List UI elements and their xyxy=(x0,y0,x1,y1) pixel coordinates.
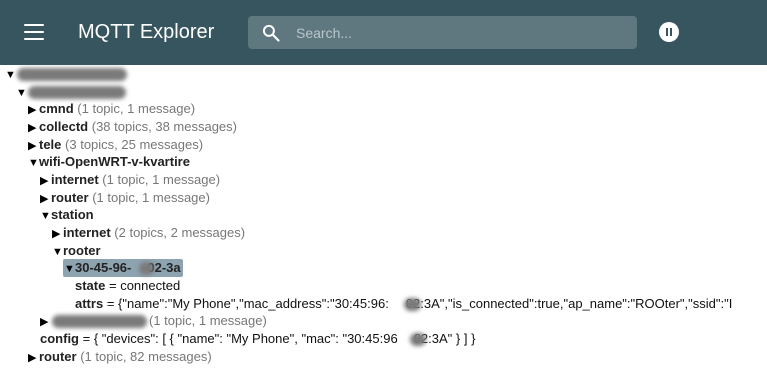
tree-node-wifi[interactable]: ▼wifi-OpenWRT-v-kvartire xyxy=(28,153,190,171)
pause-icon[interactable] xyxy=(659,22,679,42)
topic-name: collectd xyxy=(39,119,89,134)
topic-name: rooter xyxy=(63,243,101,258)
redacted-text xyxy=(28,86,126,99)
value-text-tail: 02:3A","is_connected":true,"ap_name":"RO… xyxy=(405,296,733,311)
topic-meta: (1 topic, 1 message) xyxy=(77,101,196,116)
tree-node-collectd[interactable]: ▶ collectd (38 topics, 38 messages) xyxy=(28,118,237,136)
topic-meta: (2 topics, 2 messages) xyxy=(114,225,246,240)
tree-node-station-internet[interactable]: ▶ internet (2 topics, 2 messages) xyxy=(52,224,245,242)
search-input[interactable] xyxy=(296,16,626,49)
topic-meta: (3 topics, 25 messages) xyxy=(65,137,204,152)
topic-meta: (1 topic, 1 message) xyxy=(92,190,210,205)
tree-node-wifi-router[interactable]: ▶ router (1 topic, 1 message) xyxy=(40,189,210,207)
redacted-text xyxy=(139,262,154,275)
topic-meta: (1 topic, 82 messages) xyxy=(80,349,212,364)
tree-node-station[interactable]: ▼station xyxy=(40,206,94,224)
tree-node-device-root[interactable]: ▼ xyxy=(16,83,27,101)
tree-node-root-router[interactable]: ▶ router (1 topic, 82 messages) xyxy=(28,348,212,366)
topic-name: wifi-OpenWRT-v-kvartire xyxy=(39,154,190,169)
collapsed-arrow-icon: ▶ xyxy=(28,122,37,134)
collapsed-arrow-icon: ▶ xyxy=(28,104,37,116)
value-key: config xyxy=(40,331,79,346)
topic-name: router xyxy=(39,349,77,364)
topic-name: station xyxy=(51,207,94,222)
tree-node-tele[interactable]: ▶ tele (3 topics, 25 messages) xyxy=(28,136,203,154)
collapsed-arrow-icon: ▶ xyxy=(40,175,49,187)
tree-node-rooter[interactable]: ▼rooter xyxy=(52,242,101,260)
collapsed-arrow-icon: ▶ xyxy=(40,316,49,328)
redacted-text xyxy=(410,333,426,346)
expanded-arrow-icon: ▼ xyxy=(40,210,51,222)
topic-name: internet xyxy=(63,225,111,240)
topic-name: router xyxy=(51,190,89,205)
tree-node-wifi-internet[interactable]: ▶ internet (1 topic, 1 message) xyxy=(40,171,220,189)
app-title: MQTT Explorer xyxy=(78,21,215,43)
expanded-arrow-icon: ▼ xyxy=(5,69,16,81)
topic-name: cmnd xyxy=(39,101,74,116)
topic-meta: (1 topic, 1 message) xyxy=(149,313,267,328)
topic-name: internet xyxy=(51,172,99,187)
value-key: state xyxy=(75,278,106,293)
tree-node-cmnd[interactable]: ▶ cmnd (1 topic, 1 message) xyxy=(28,100,195,118)
value-text: = {"name":"My Phone","mac_address":"30:4… xyxy=(106,296,389,311)
topic-name: tele xyxy=(39,137,62,152)
collapsed-arrow-icon: ▶ xyxy=(52,228,61,240)
tree-node-root[interactable]: ▼ xyxy=(5,65,16,83)
collapsed-arrow-icon: ▶ xyxy=(28,352,37,364)
expanded-arrow-icon: ▼ xyxy=(16,87,27,99)
topic-meta: (38 topics, 38 messages) xyxy=(91,119,237,134)
redacted-text xyxy=(52,315,147,328)
redacted-text xyxy=(17,68,127,81)
redacted-text xyxy=(404,298,421,311)
search-icon xyxy=(262,24,280,42)
search-box[interactable] xyxy=(248,16,637,49)
value-text: = { "devices": [ { "name": "My Phone", "… xyxy=(82,331,398,346)
tree-node-device-selected[interactable]: ▼30-45-96- 02-3a xyxy=(63,259,183,277)
topic-name: 30-45-96- xyxy=(75,260,132,275)
tree-value-state[interactable]: state = connected xyxy=(75,277,180,295)
expanded-arrow-icon: ▼ xyxy=(52,246,63,258)
topic-meta: (1 topic, 1 message) xyxy=(102,172,221,187)
expanded-arrow-icon: ▼ xyxy=(64,263,75,275)
hamburger-icon[interactable] xyxy=(24,23,44,41)
value-key: attrs xyxy=(75,296,104,311)
value-text: = connected xyxy=(108,278,181,293)
app-bar: MQTT Explorer xyxy=(0,0,767,65)
expanded-arrow-icon: ▼ xyxy=(28,157,39,169)
